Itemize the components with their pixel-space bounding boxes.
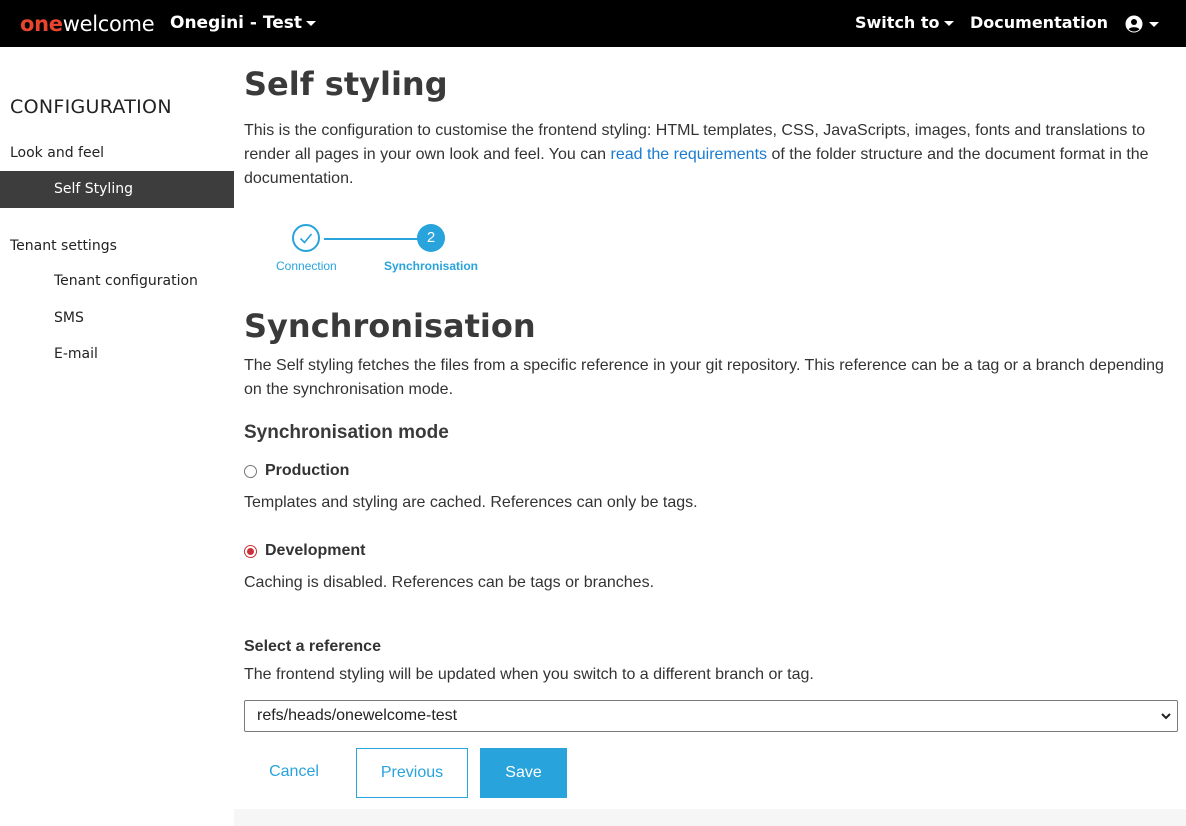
tenant-switcher[interactable]: Onegini - Test xyxy=(170,12,317,34)
step-synchronisation-circle: 2 xyxy=(417,224,445,252)
step-connection-circle[interactable] xyxy=(292,224,320,252)
development-radio[interactable] xyxy=(244,544,257,558)
footer-band xyxy=(234,809,1186,826)
user-menu[interactable] xyxy=(1125,13,1159,35)
sidebar-item-self-styling[interactable]: Self Styling xyxy=(0,171,234,208)
top-navbar: onewelcome Onegini - Test Switch to Docu… xyxy=(0,0,1186,47)
chevron-down-icon xyxy=(1149,21,1159,27)
switch-to-menu[interactable]: Switch to xyxy=(855,12,954,34)
sidebar-heading: CONFIGURATION xyxy=(10,96,172,118)
synchronisation-mode-title: Synchronisation mode xyxy=(244,422,449,443)
requirements-link[interactable]: read the requirements xyxy=(610,146,767,163)
sidebar: CONFIGURATION Look and feel Self Styling… xyxy=(0,47,234,826)
user-circle-icon xyxy=(1125,15,1143,33)
production-label[interactable]: Production xyxy=(265,462,349,480)
reference-help: The frontend styling will be updated whe… xyxy=(244,666,814,683)
section-description: The Self styling fetches the files from … xyxy=(244,357,1164,398)
chevron-down-icon xyxy=(1161,713,1171,720)
development-description: Caching is disabled. References can be t… xyxy=(244,574,655,591)
production-description: Templates and styling are cached. Refere… xyxy=(244,494,698,511)
check-icon xyxy=(299,233,313,244)
logo-welcome: welcome xyxy=(62,12,155,36)
section-title: Synchronisation xyxy=(244,307,536,345)
tenant-name: Onegini - Test xyxy=(170,13,303,33)
step-connection-label[interactable]: Connection xyxy=(276,259,337,273)
save-button[interactable]: Save xyxy=(480,748,567,798)
reference-label: Select a reference xyxy=(244,638,381,655)
production-radio[interactable] xyxy=(244,464,257,478)
onewelcome-logo[interactable]: onewelcome xyxy=(20,11,155,37)
logo-one: one xyxy=(20,12,63,36)
stepper: 2 Connection Synchronisation xyxy=(264,222,504,282)
intro-text: This is the configuration to customise t… xyxy=(244,119,1174,191)
sidebar-item-tenant-configuration[interactable]: Tenant configuration xyxy=(0,263,234,300)
development-option[interactable]: Development xyxy=(244,541,365,561)
chevron-down-icon xyxy=(943,21,954,26)
production-option[interactable]: Production xyxy=(244,461,349,481)
step-synchronisation-label: Synchronisation xyxy=(384,259,479,273)
documentation-link[interactable]: Documentation xyxy=(970,12,1108,34)
main-content: Self styling This is the configuration t… xyxy=(234,47,1186,826)
sidebar-group-look-and-feel: Look and feel xyxy=(10,145,105,161)
switch-to-label: Switch to xyxy=(855,13,940,32)
reference-select-value: refs/heads/onewelcome-test xyxy=(257,707,458,724)
sidebar-group-tenant-settings: Tenant settings xyxy=(10,238,117,254)
sidebar-item-sms[interactable]: SMS xyxy=(0,300,234,337)
cancel-button[interactable]: Cancel xyxy=(244,748,344,798)
development-label[interactable]: Development xyxy=(265,542,365,560)
previous-button[interactable]: Previous xyxy=(356,748,468,798)
chevron-down-icon xyxy=(306,20,317,26)
sidebar-item-email[interactable]: E-mail xyxy=(0,336,234,373)
page-title: Self styling xyxy=(244,65,448,103)
reference-select[interactable]: refs/heads/onewelcome-test xyxy=(244,700,1178,732)
